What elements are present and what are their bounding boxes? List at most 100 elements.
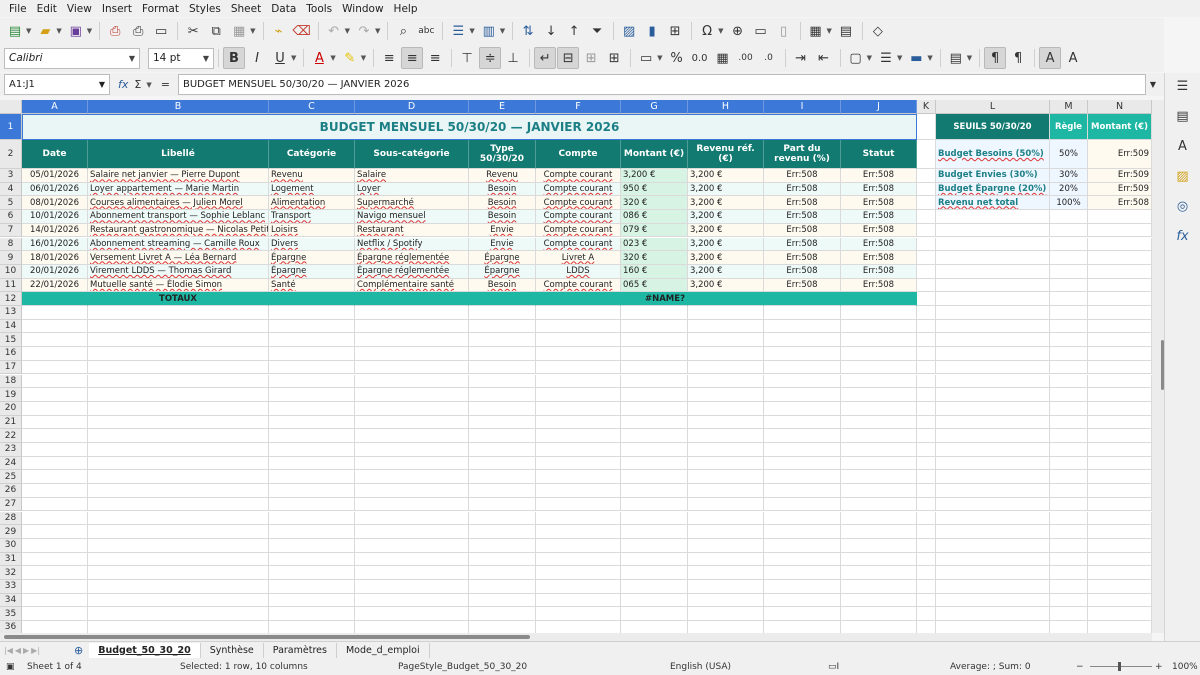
table-cell[interactable]: 3,200 € [688, 237, 764, 252]
menu-item-help[interactable]: Help [389, 3, 423, 15]
align-middle-icon[interactable]: ≑ [479, 47, 502, 69]
grid-cell[interactable] [536, 347, 621, 361]
grid-cell[interactable] [88, 306, 269, 320]
column-title[interactable]: Part du revenu (%) [764, 140, 841, 169]
grid-cell[interactable] [841, 525, 917, 539]
grid-cell[interactable] [764, 497, 841, 512]
table-cell[interactable]: Épargne [469, 251, 536, 265]
table-cell[interactable]: Err:508 [764, 278, 841, 293]
table-cell[interactable]: Santé [269, 278, 355, 293]
table-cell[interactable]: 023 € [621, 237, 688, 252]
grid-cell[interactable] [88, 566, 269, 580]
sort-icon[interactable]: ⇅ [517, 20, 539, 42]
table-cell[interactable]: 16/01/2026 [22, 237, 88, 252]
grid-cell[interactable] [1050, 443, 1088, 457]
freeze-rows-columns-icon[interactable]: ▤ [835, 20, 857, 42]
grid-cell[interactable] [1088, 237, 1152, 252]
number-format-icon[interactable]: 0.0 [689, 47, 711, 69]
border-color-icon[interactable]: ▬ [905, 47, 927, 69]
grid-cell[interactable] [917, 429, 936, 443]
comment-icon[interactable]: ▭ [750, 20, 772, 42]
grid-cell[interactable] [917, 140, 936, 169]
table-cell[interactable]: 22/01/2026 [22, 278, 88, 293]
grid-cell[interactable] [764, 374, 841, 389]
grid-cell[interactable] [621, 497, 688, 512]
table-cell[interactable]: 320 € [621, 251, 688, 265]
zoom-out-icon[interactable]: − [1076, 662, 1084, 672]
grid-cell[interactable] [355, 470, 469, 485]
column-header[interactable]: B [88, 100, 269, 114]
grid-cell[interactable] [1050, 333, 1088, 348]
column-header[interactable]: J [841, 100, 917, 114]
grid-cell[interactable] [688, 374, 764, 389]
border-style-icon[interactable]: ☰ [875, 47, 897, 69]
functions-icon[interactable]: fx [1172, 225, 1194, 247]
grid-cell[interactable] [1050, 306, 1088, 320]
font-color-icon[interactable]: A [308, 47, 330, 69]
table-cell[interactable]: 3,200 € [688, 251, 764, 265]
table-cell[interactable]: Restaurant gastronomique — Nicolas Petit [88, 223, 269, 238]
grid-cell[interactable] [22, 360, 88, 375]
table-cell[interactable]: Envie [469, 237, 536, 252]
column-header[interactable]: M [1050, 100, 1088, 114]
grid-cell[interactable] [536, 607, 621, 622]
grid-cell[interactable] [536, 538, 621, 553]
grid-cell[interactable] [22, 538, 88, 553]
table-cell[interactable]: 3,200 € [688, 169, 764, 183]
grid-cell[interactable] [22, 607, 88, 622]
table-cell[interactable]: 14/01/2026 [22, 223, 88, 238]
grid-cell[interactable] [22, 415, 88, 430]
table-cell[interactable]: Err:508 [764, 237, 841, 252]
merge-center-icon[interactable]: ⊟ [557, 47, 580, 69]
row-header[interactable]: 31 [0, 552, 22, 567]
text-vertical-icon[interactable]: A [1062, 47, 1084, 69]
grid-cell[interactable] [936, 497, 1050, 512]
grid-cell[interactable] [355, 566, 469, 580]
properties-icon[interactable]: ▤ [1172, 105, 1194, 127]
insert-image-icon[interactable]: ▨ [618, 20, 640, 42]
grid-cell[interactable] [688, 484, 764, 498]
row-header[interactable]: 33 [0, 580, 22, 594]
grid-cell[interactable] [1088, 497, 1152, 512]
grid-cell[interactable] [88, 607, 269, 622]
grid-cell[interactable] [88, 593, 269, 608]
grid-cell[interactable] [936, 511, 1050, 526]
table-cell[interactable]: Err:508 [764, 264, 841, 279]
row-header[interactable]: 32 [0, 566, 22, 580]
grid-cell[interactable] [621, 401, 688, 416]
table-cell[interactable]: Loyer [355, 182, 469, 197]
table-cell[interactable]: Compte courant [536, 196, 621, 211]
grid-cell[interactable] [1088, 429, 1152, 443]
grid-cell[interactable] [469, 401, 536, 416]
grid-cell[interactable] [936, 443, 1050, 457]
copy-icon[interactable]: ⧉ [205, 20, 227, 42]
grid-cell[interactable] [917, 470, 936, 485]
delete-decimal-icon[interactable]: .0 [758, 47, 780, 69]
conditional-format-icon[interactable]: ▤ [945, 47, 967, 69]
show-draw-functions-icon[interactable]: ◇ [867, 20, 889, 42]
totals-cell[interactable]: #NAME? [621, 292, 688, 306]
grid-cell[interactable] [355, 607, 469, 622]
row-header[interactable]: 18 [0, 374, 22, 389]
menu-item-data[interactable]: Data [266, 3, 301, 15]
column-header[interactable]: H [688, 100, 764, 114]
grid-cell[interactable] [917, 292, 936, 306]
grid-cell[interactable] [1050, 593, 1088, 608]
grid-cell[interactable] [917, 374, 936, 389]
grid-cell[interactable] [536, 360, 621, 375]
column-title[interactable]: Montant (€) [621, 140, 688, 169]
clone-formatting-icon[interactable]: ⌁ [268, 20, 290, 42]
row-header[interactable]: 28 [0, 511, 22, 526]
grid-cell[interactable] [469, 621, 536, 633]
grid-cell[interactable] [917, 278, 936, 293]
horizontal-scrollbar[interactable] [0, 633, 1152, 641]
grid-cell[interactable] [1050, 456, 1088, 471]
hyperlink-icon[interactable]: ⊕ [727, 20, 749, 42]
grid-cell[interactable] [88, 580, 269, 594]
spreadsheet-grid[interactable]: A B C D E F G H I J K L M N 1 2 3 4 5 6 7 8 9 10 11 12 13 14 15 16 17 1… [0, 100, 1152, 633]
totals-cell[interactable] [764, 292, 841, 306]
grid-cell[interactable] [1050, 210, 1088, 224]
zoom-slider[interactable] [1090, 666, 1152, 667]
table-cell[interactable]: Loyer appartement — Marie Martin [88, 182, 269, 197]
grid-cell[interactable] [621, 538, 688, 553]
